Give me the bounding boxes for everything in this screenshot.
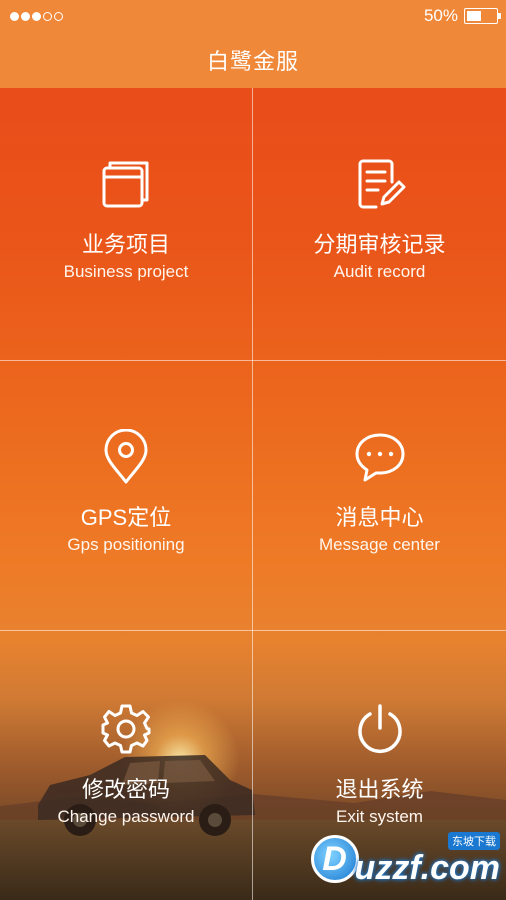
watermark-subtitle: 东坡下载 (448, 832, 500, 850)
chat-bubble-icon (352, 429, 408, 485)
menu-item-message-center[interactable]: 消息中心 Message center (253, 361, 506, 630)
battery-percent: 50% (423, 6, 458, 25)
watermark-text: uzzf.com (354, 849, 500, 887)
menu-item-title: 修改密码 (81, 777, 170, 802)
status-bar: 50% (0, 0, 506, 32)
menu-item-change-password[interactable]: 修改密码 Change password (0, 631, 252, 900)
menu-item-title: 消息中心 (335, 505, 424, 530)
battery-status: 50% (423, 6, 501, 26)
menu-item-subtitle: Gps positioning (67, 535, 185, 554)
app-title: 白鹭金服 (206, 49, 299, 74)
location-pin-icon (98, 429, 154, 485)
menu-item-audit-record[interactable]: 分期审核记录 Audit record (253, 88, 506, 360)
app-header: 白鹭金服 (0, 32, 506, 88)
battery-icon (464, 8, 501, 24)
power-icon (352, 701, 408, 757)
menu-item-gps-positioning[interactable]: GPS定位 Gps positioning (0, 361, 252, 630)
edit-document-icon (352, 156, 408, 212)
watermark-logo: D (310, 835, 359, 883)
site-watermark: D 东坡下载 uzzf.com (310, 832, 500, 887)
menu-grid: 业务项目 Business project 分期审核记录 Audit recor… (0, 88, 506, 900)
menu-item-subtitle: Business project (63, 262, 189, 281)
menu-item-title: 业务项目 (81, 232, 170, 257)
menu-item-subtitle: Exit system (336, 807, 423, 826)
menu-item-title: 分期审核记录 (313, 232, 446, 257)
menu-item-title: 退出系统 (335, 777, 424, 802)
menu-item-subtitle: Change password (57, 807, 195, 826)
gear-icon (98, 701, 154, 757)
menu-item-business-project[interactable]: 业务项目 Business project (0, 88, 252, 360)
signal-strength-icon (10, 11, 63, 21)
menu-item-subtitle: Audit record (333, 262, 426, 281)
menu-item-title: GPS定位 (80, 505, 172, 530)
menu-item-subtitle: Message center (319, 535, 440, 554)
browser-windows-icon (98, 156, 154, 212)
